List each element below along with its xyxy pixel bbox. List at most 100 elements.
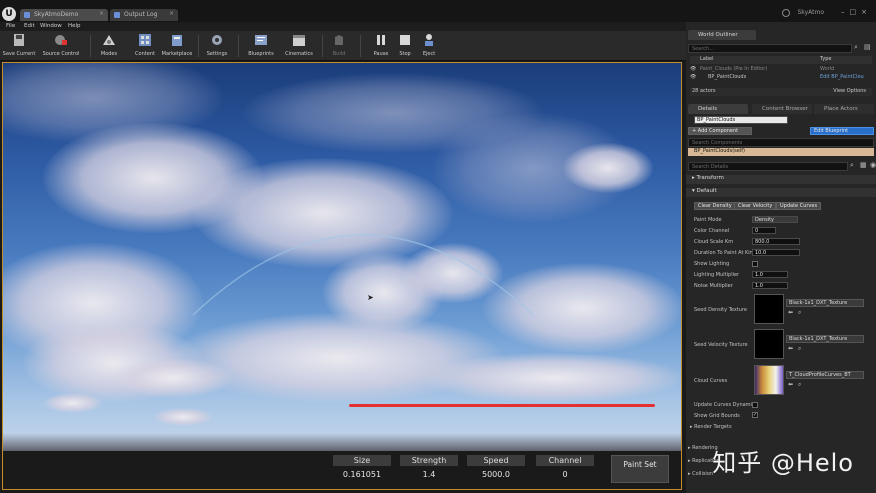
browse-icon[interactable]: ⌕: [798, 381, 801, 389]
show-grid-bounds-checkbox[interactable]: [752, 412, 758, 418]
tab-content-browser[interactable]: Content Browser: [752, 104, 812, 114]
hud-speed-value: 5000.0: [482, 470, 510, 479]
close-icon[interactable]: ×: [169, 10, 174, 17]
lighting-multiplier-field[interactable]: 1.0: [752, 271, 788, 278]
hud-strength-value: 1.4: [422, 470, 436, 479]
search-icon[interactable]: ⌕: [854, 43, 858, 52]
tab-level-label: SkyAtmoDemo: [34, 11, 79, 18]
eye-icon[interactable]: ◉: [870, 161, 876, 169]
seed-density-asset-select[interactable]: Black-1x1_DXT_Texture: [786, 299, 864, 307]
use-selected-icon[interactable]: ⬅: [788, 381, 793, 388]
build-button[interactable]: Build: [322, 33, 356, 59]
outliner-row-bp-paintclouds[interactable]: 👁 BP_PaintClouds Edit BP_PaintClou: [690, 74, 872, 82]
seed-density-texture-label: Seed Density Texture: [694, 307, 747, 313]
save-current-button[interactable]: Save Current: [2, 33, 36, 59]
section-default[interactable]: ▾ Default: [686, 188, 876, 197]
paint-mode-select[interactable]: Density: [752, 216, 798, 223]
update-curves-button[interactable]: Update Curves: [776, 202, 822, 210]
level-viewport[interactable]: ➤ Size 0.161051 Strength 1.4 Speed 5000.…: [2, 62, 682, 490]
seed-velocity-asset-select[interactable]: Black-1x1_DXT_Texture: [786, 335, 864, 343]
use-selected-icon[interactable]: ⬅: [788, 309, 793, 316]
duration-to-paint-field[interactable]: 10.0: [752, 249, 800, 256]
cloud-scale-km-label: Cloud Scale Km: [694, 239, 734, 245]
hud-size-value: 0.161051: [342, 470, 382, 479]
level-icon: [24, 12, 30, 18]
clear-density-button[interactable]: Clear Density: [694, 202, 736, 210]
browse-icon[interactable]: ⌕: [798, 345, 801, 353]
hud-channel-value: 0: [562, 470, 568, 479]
menu-help[interactable]: Help: [68, 23, 81, 29]
source-control-button[interactable]: Source Control: [40, 33, 82, 59]
cloud-curves-thumbnail[interactable]: [754, 365, 784, 395]
toolbar-separator: [360, 35, 361, 57]
grid-view-icon[interactable]: ▦: [860, 161, 867, 169]
color-channel-field[interactable]: 0: [752, 227, 776, 234]
content-label: Content: [135, 51, 155, 57]
lighting-multiplier-label: Lighting Multiplier: [694, 272, 740, 278]
details-search-input[interactable]: Search Details: [688, 162, 848, 171]
paint-set-button[interactable]: Paint Set: [611, 455, 669, 483]
eye-icon[interactable]: 👁: [690, 66, 696, 72]
show-lighting-checkbox[interactable]: [752, 261, 758, 267]
edit-blueprint-button[interactable]: Edit Blueprint: [810, 127, 874, 135]
modes-button[interactable]: Modes: [92, 33, 126, 59]
cinematics-button[interactable]: Cinematics: [280, 33, 318, 59]
noise-multiplier-field[interactable]: 1.0: [752, 282, 788, 289]
tab-place-actors[interactable]: Place Actors: [814, 104, 874, 114]
title-bar: U SkyAtmoDemo × Output Log × SkyAtmo –□×: [0, 0, 876, 22]
watermark: 知乎 @Helo: [712, 449, 854, 477]
section-transform[interactable]: ▸ Transform: [686, 175, 876, 184]
blueprints-label: Blueprints: [248, 51, 274, 57]
tab-world-outliner-label: World Outliner: [698, 32, 738, 38]
eye-icon[interactable]: 👁: [690, 74, 696, 80]
actor-name-field[interactable]: BP_PaintClouds: [694, 116, 788, 124]
component-search-input[interactable]: Search Components: [688, 138, 874, 147]
browse-icon[interactable]: ⌕: [798, 309, 801, 317]
outliner-search-input[interactable]: Search...: [688, 44, 852, 53]
cloud: [113, 358, 233, 398]
outliner-footer: 28 actors View Options: [690, 88, 872, 96]
tab-details[interactable]: Details: [688, 104, 748, 114]
build-label: Build: [332, 51, 346, 57]
settings-icon[interactable]: ▤: [864, 43, 871, 51]
modes-icon: [103, 35, 115, 45]
add-component-button[interactable]: + Add Component: [688, 127, 752, 135]
outliner-row-type-link[interactable]: Edit BP_PaintClou: [820, 74, 864, 80]
section-collision-label: Collision: [692, 471, 714, 477]
close-icon[interactable]: ×: [99, 10, 104, 17]
component-self-row[interactable]: BP_PaintClouds(self): [688, 148, 874, 156]
section-render-targets[interactable]: ▸ Render Targets: [690, 424, 732, 430]
view-options-button[interactable]: View Options: [833, 88, 866, 94]
settings-button[interactable]: Settings: [200, 33, 234, 59]
seed-density-thumbnail[interactable]: [754, 294, 784, 324]
menu-file[interactable]: File: [6, 23, 15, 29]
tab-output-log[interactable]: Output Log ×: [110, 9, 178, 21]
duration-to-paint-label: Duration To Paint At Kin: [694, 250, 753, 256]
tab-world-outliner[interactable]: World Outliner: [688, 30, 756, 40]
project-icon: [782, 9, 790, 17]
section-collision[interactable]: ▸ Collision: [688, 471, 713, 477]
eject-icon: [425, 34, 433, 46]
eject-button[interactable]: Eject: [412, 33, 446, 59]
menu-window[interactable]: Window: [40, 23, 62, 29]
col-type: Type: [820, 56, 832, 62]
cloud-curves-asset-select[interactable]: T_CloudProfileCurves_BT: [786, 371, 864, 379]
window-controls[interactable]: –□×: [841, 8, 872, 16]
clear-velocity-button[interactable]: Clear Velocity: [734, 202, 777, 210]
use-selected-icon[interactable]: ⬅: [788, 345, 793, 352]
outliner-row-world[interactable]: 👁 Paint_Clouds (Pie In Editor) World: [690, 66, 872, 74]
cloud-scale-km-field[interactable]: 800.0: [752, 238, 800, 245]
search-icon[interactable]: ⌕: [850, 161, 854, 170]
pause-icon: [377, 35, 385, 45]
stop-icon: [400, 35, 410, 45]
update-curves-dynamics-checkbox[interactable]: [752, 402, 758, 408]
tab-level[interactable]: SkyAtmoDemo ×: [20, 9, 108, 21]
content-button[interactable]: Content: [128, 33, 162, 59]
menu-edit[interactable]: Edit: [24, 23, 35, 29]
blueprints-button[interactable]: Blueprints: [242, 33, 280, 59]
marketplace-button[interactable]: Marketplace: [158, 33, 196, 59]
hud-size-label: Size: [333, 455, 391, 466]
seed-velocity-thumbnail[interactable]: [754, 329, 784, 359]
col-label: Label: [700, 56, 714, 62]
section-render-targets-label: Render Targets: [694, 424, 732, 430]
